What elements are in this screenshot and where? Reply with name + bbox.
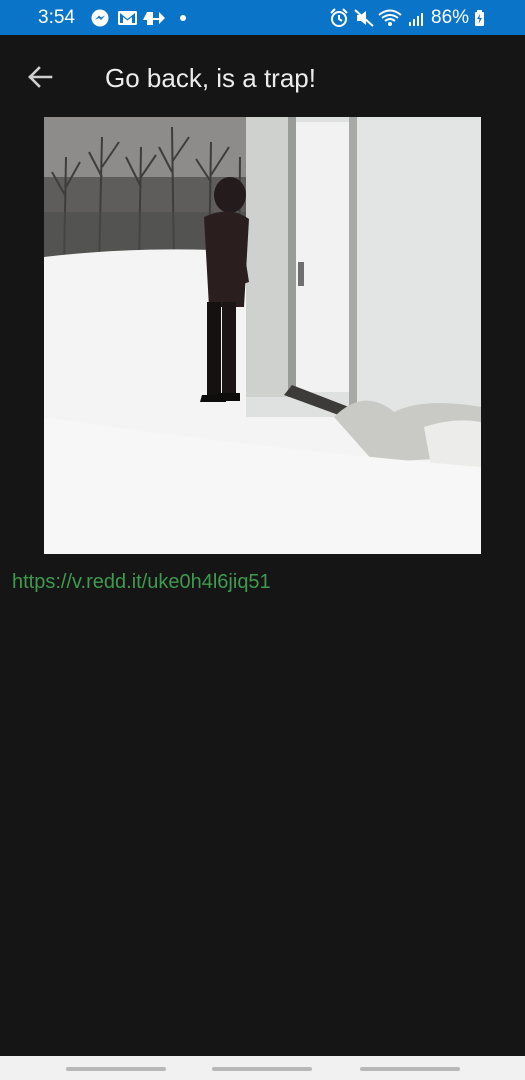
app-bar: Go back, is a trap! xyxy=(0,35,525,117)
video-thumbnail[interactable] xyxy=(44,117,481,554)
home-handle[interactable] xyxy=(212,1067,312,1071)
post-link[interactable]: https://v.redd.it/uke0h4l6jiq51 xyxy=(12,571,271,594)
mute-icon xyxy=(354,9,374,27)
status-time: 3:54 xyxy=(38,7,75,28)
signal-icon xyxy=(409,13,423,26)
navigation-bar xyxy=(0,1056,525,1080)
gmail-icon xyxy=(118,11,137,25)
alarm-icon xyxy=(330,8,348,27)
battery-charging-icon xyxy=(475,10,484,26)
messenger-icon xyxy=(91,9,109,27)
notification-icons xyxy=(91,8,201,28)
back-arrow-icon xyxy=(28,66,53,88)
battery-percentage: 86% xyxy=(431,7,470,28)
page-title: Go back, is a trap! xyxy=(105,63,316,93)
app-icon xyxy=(143,12,165,25)
status-bar: 3:54 86% xyxy=(0,0,525,35)
back-button[interactable] xyxy=(22,59,58,95)
wifi-icon xyxy=(378,9,402,26)
recents-handle[interactable] xyxy=(66,1067,166,1071)
back-handle[interactable] xyxy=(360,1067,460,1071)
dot-icon xyxy=(180,15,186,21)
